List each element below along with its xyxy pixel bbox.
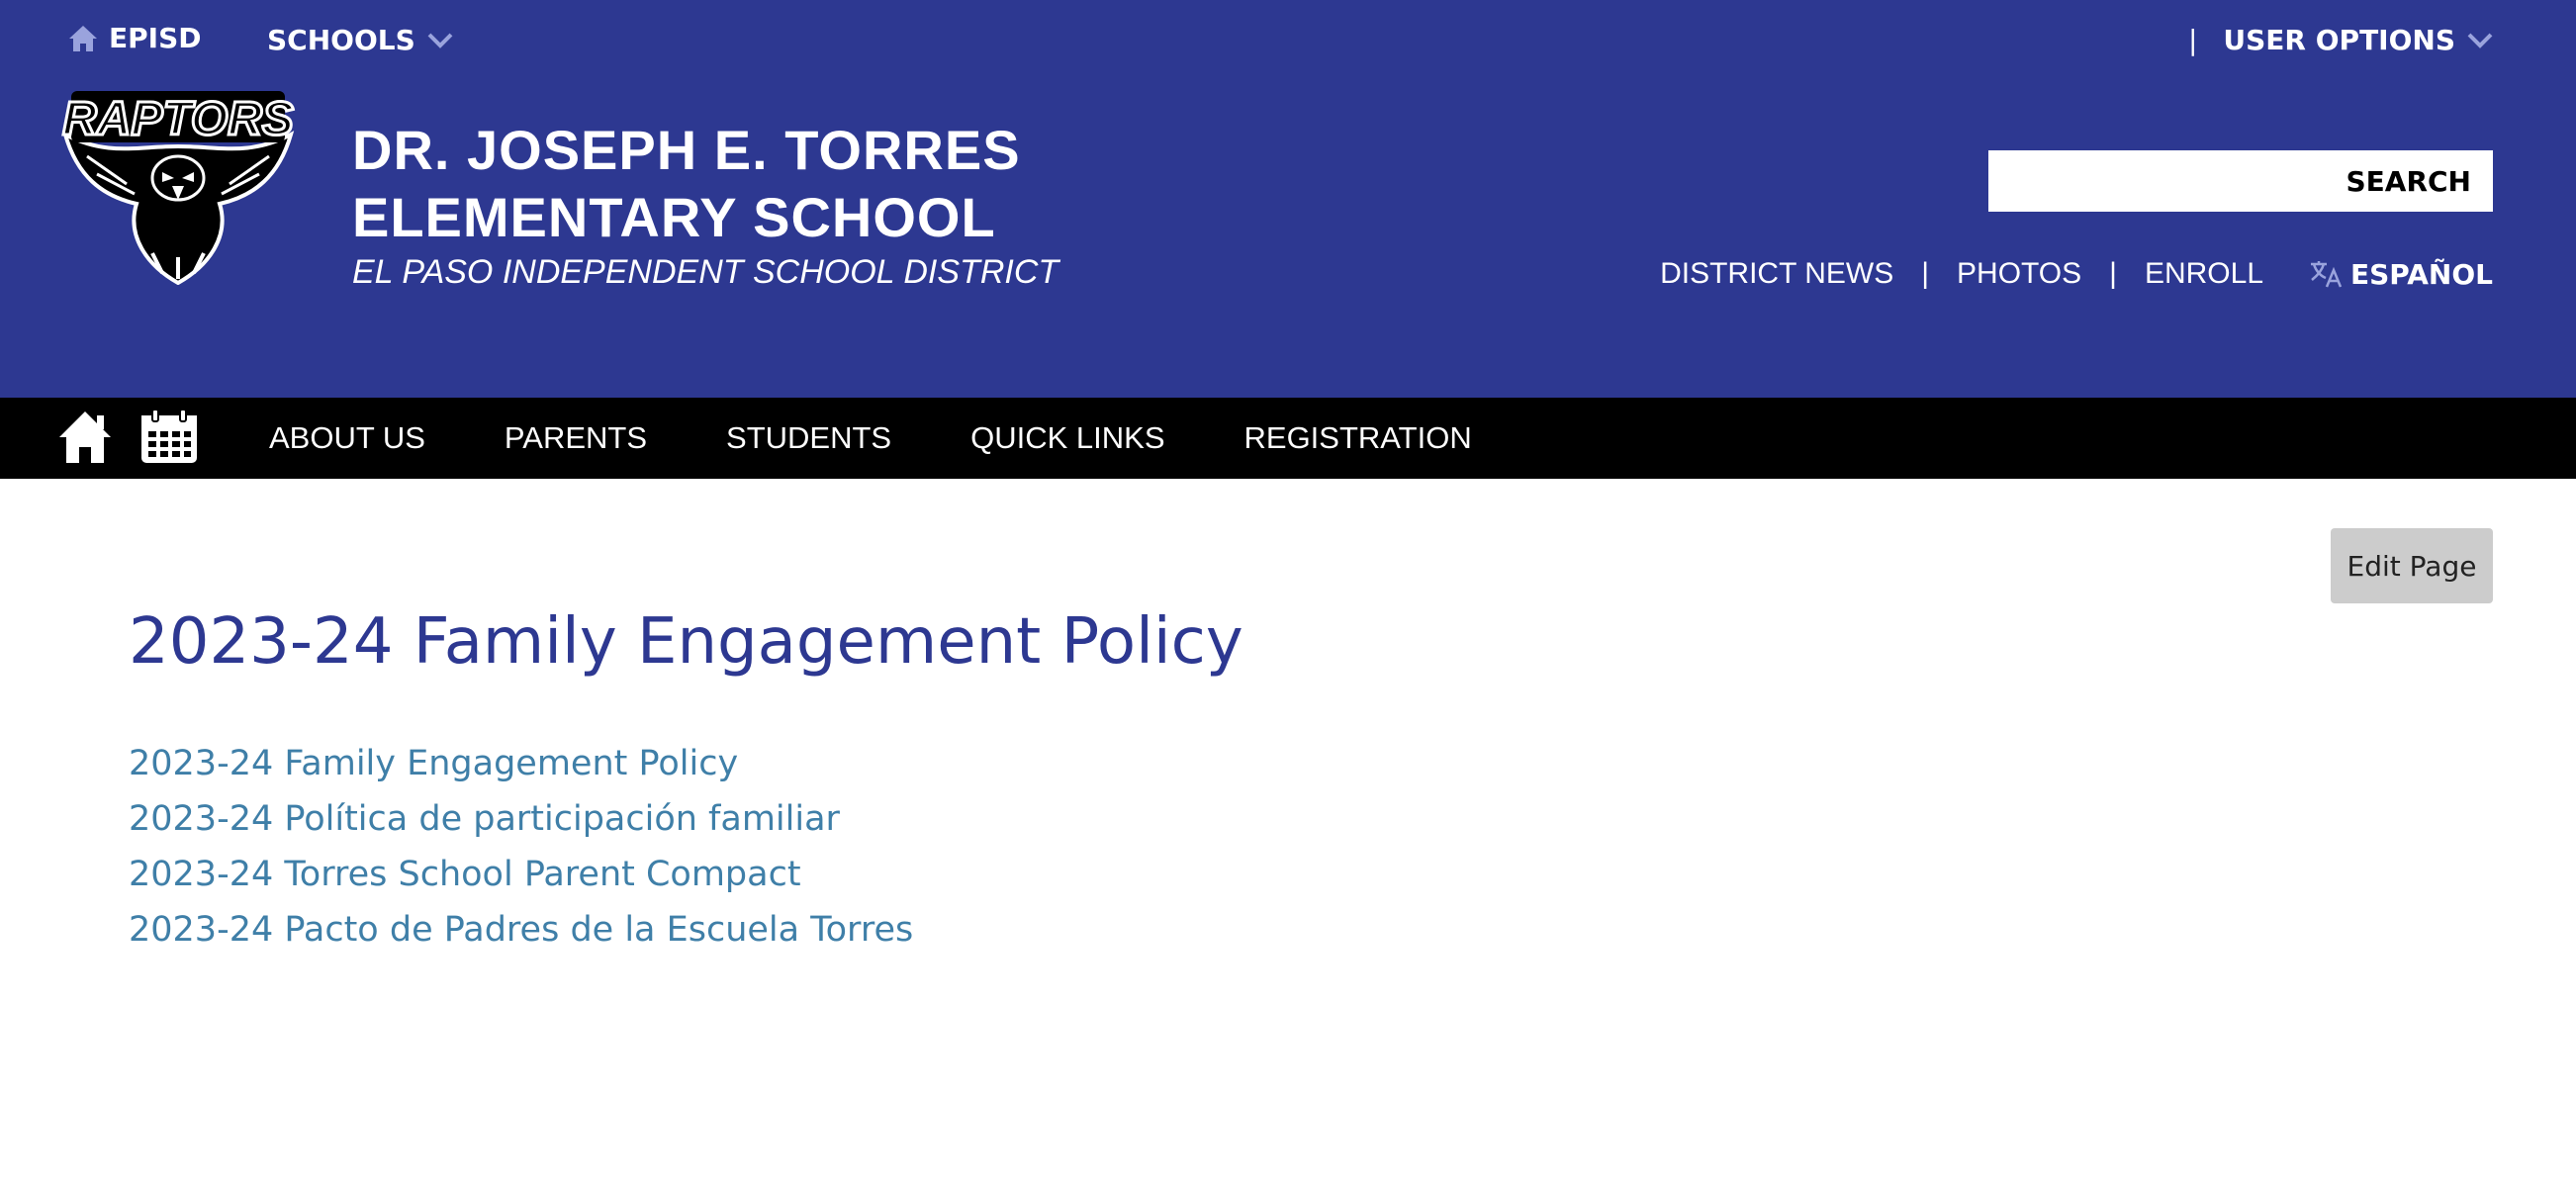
language-toggle[interactable]: ESPAÑOL [2309,258,2493,291]
document-link-politica-participacion[interactable]: 2023-24 Política de participación famili… [129,791,913,847]
nav-registration[interactable]: REGISTRATION [1244,420,1472,456]
district-name: EL PASO INDEPENDENT SCHOOL DISTRICT [352,253,1059,291]
translate-icon [2311,261,2343,288]
divider: | [2187,24,2198,56]
nav-parents[interactable]: PARENTS [505,420,647,456]
search-box: SEARCH [1988,150,2493,212]
chevron-down-icon [427,33,453,48]
school-name-line2: ELEMENTARY SCHOOL [352,186,996,248]
user-options-label: USER OPTIONS [2223,24,2455,56]
raptors-logo[interactable]: RAPTORS [57,87,299,285]
site-header: EPISD SCHOOLS | USER OPTIONS RAPTORS DR.… [0,0,2576,398]
document-link-pacto-de-padres[interactable]: 2023-24 Pacto de Padres de la Escuela To… [129,902,913,958]
edit-page-button[interactable]: Edit Page [2331,528,2493,603]
chevron-down-icon [2467,33,2493,48]
user-options-dropdown[interactable]: | USER OPTIONS [2188,24,2493,56]
episd-label: EPISD [109,22,202,54]
language-label: ESPAÑOL [2350,257,2493,291]
schools-dropdown[interactable]: SCHOOLS [267,24,453,56]
search-input[interactable] [1988,150,2356,212]
document-list: 2023-24 Family Engagement Policy 2023-24… [129,736,913,958]
nav-menu: ABOUT US PARENTS STUDENTS QUICK LINKS RE… [269,398,1551,479]
enroll-link[interactable]: ENROLL [2145,257,2263,291]
nav-about-us[interactable]: ABOUT US [269,420,425,456]
page-title: 2023-24 Family Engagement Policy [129,605,1243,679]
nav-students[interactable]: STUDENTS [726,420,891,456]
home-icon[interactable] [57,408,113,467]
school-name[interactable]: DR. JOSEPH E. TORRES ELEMENTARY SCHOOL [352,117,1021,251]
calendar-icon[interactable] [138,408,200,467]
photos-link[interactable]: PHOTOS [1957,257,2081,291]
main-nav: ABOUT US PARENTS STUDENTS QUICK LINKS RE… [0,398,2576,479]
divider: | [2109,257,2117,290]
home-icon [69,25,97,51]
search-button[interactable]: SEARCH [2346,165,2493,198]
district-news-link[interactable]: DISTRICT NEWS [1660,257,1893,291]
document-link-parent-compact[interactable]: 2023-24 Torres School Parent Compact [129,847,913,902]
school-name-line1: DR. JOSEPH E. TORRES [352,119,1021,181]
document-link-family-engagement-policy[interactable]: 2023-24 Family Engagement Policy [129,736,913,791]
raptor-mascot-icon [61,131,295,285]
logo-text: RAPTORS [62,93,294,145]
schools-label: SCHOOLS [267,24,415,56]
nav-quick-links[interactable]: QUICK LINKS [970,420,1164,456]
header-links: DISTRICT NEWS | PHOTOS | ENROLL ESPAÑOL [1660,257,2493,291]
episd-home-link[interactable]: EPISD [67,22,201,54]
divider: | [1921,257,1930,290]
